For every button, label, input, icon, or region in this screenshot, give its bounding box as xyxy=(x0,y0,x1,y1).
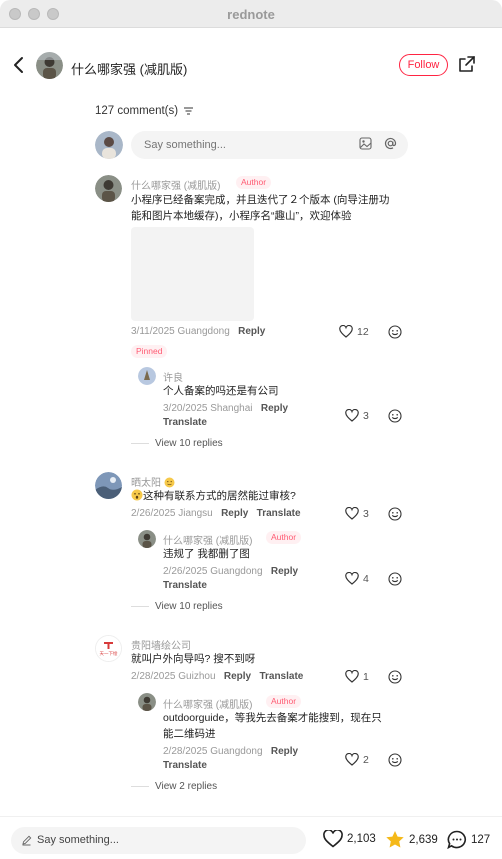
commenter-avatar[interactable] xyxy=(95,175,122,202)
commenter-name[interactable]: 晒太阳 xyxy=(131,474,175,489)
heart-icon xyxy=(323,830,343,848)
note-like-button[interactable]: 2,103 xyxy=(323,830,376,848)
reply-name[interactable]: 什么哪家强 (减肌版) xyxy=(163,696,252,711)
comment-text: 这种有联系方式的居然能过审核? xyxy=(131,488,296,504)
note-header: 什么哪家强 (减肌版) Follow xyxy=(0,28,502,104)
view-replies-button[interactable]: View 10 replies xyxy=(131,438,223,449)
window-title: rednote xyxy=(227,7,275,22)
like-button[interactable]: 2 xyxy=(345,753,369,766)
like-button[interactable]: 1 xyxy=(345,670,369,683)
reply-link[interactable]: Reply xyxy=(238,326,265,337)
reply-avatar[interactable] xyxy=(138,367,156,385)
heart-icon xyxy=(345,670,359,683)
reply-meta: 2/28/2025 Guangdong Reply xyxy=(163,746,299,757)
reply-link[interactable]: Reply xyxy=(221,508,248,519)
like-button[interactable]: 3 xyxy=(345,507,369,520)
window-titlebar: rednote xyxy=(0,0,502,28)
reply-avatar[interactable] xyxy=(138,530,156,548)
reply-link[interactable]: Reply xyxy=(271,566,298,577)
reply-text: 个人备案的吗还是有公司 xyxy=(163,385,279,397)
commenter-avatar[interactable]: 天一下绘 xyxy=(95,635,122,662)
shock-emoji-icon xyxy=(131,489,143,501)
heart-icon xyxy=(345,507,359,520)
pinned-badge: Pinned xyxy=(131,345,168,358)
star-icon xyxy=(386,831,404,848)
image-icon[interactable] xyxy=(359,137,372,150)
heart-icon xyxy=(345,572,359,585)
emoji-icon[interactable] xyxy=(388,753,402,767)
commenter-name[interactable]: 什么哪家强 (减肌版) xyxy=(131,177,220,192)
comment-meta: 2/28/2025 Guizhou Reply Translate xyxy=(131,671,304,682)
author-name[interactable]: 什么哪家强 (减肌版) xyxy=(71,59,187,78)
author-badge: Author xyxy=(266,531,302,544)
mention-icon[interactable] xyxy=(384,137,397,150)
bottom-comment-input[interactable]: Say something... xyxy=(11,827,306,854)
like-button[interactable]: 4 xyxy=(345,572,369,585)
view-replies-button[interactable]: View 10 replies xyxy=(131,601,223,612)
commenter-avatar[interactable] xyxy=(95,472,122,499)
translate-link[interactable]: Translate xyxy=(163,760,207,771)
heart-icon xyxy=(339,325,353,338)
emoji-icon[interactable] xyxy=(388,409,402,423)
translate-link[interactable]: Translate xyxy=(257,508,301,519)
my-avatar xyxy=(95,131,123,159)
heart-icon xyxy=(345,753,359,766)
comment-text: 就叫户外向导吗? 搜不到呀 xyxy=(131,653,256,665)
follow-button[interactable]: Follow xyxy=(399,54,448,76)
sun-emoji-icon xyxy=(164,477,175,488)
note-collect-button[interactable]: 2,639 xyxy=(385,830,438,849)
sort-icon[interactable] xyxy=(184,107,194,115)
comment-meta: 2/26/2025 Jiangsu Reply Translate xyxy=(131,508,301,519)
reply-meta: 2/26/2025 Guangdong Reply xyxy=(163,566,299,577)
emoji-icon[interactable] xyxy=(388,670,402,684)
reply-text: 违规了 我都删了图 xyxy=(163,548,250,560)
reply-link[interactable]: Reply xyxy=(224,671,251,682)
emoji-icon[interactable] xyxy=(388,507,402,521)
comment-text: 小程序已经备案完成，并且迭代了２个版本 (向导注册功 能和图片本地缓存)，小程序… xyxy=(131,194,390,222)
reply-text: outdoorguide，等我先去备案才能搜到，现在只 能二维码进 xyxy=(163,712,382,740)
back-arrow-icon[interactable] xyxy=(8,54,30,76)
reply-avatar[interactable] xyxy=(138,693,156,711)
avatar-logo-text: 天一下绘 xyxy=(100,650,118,657)
reply-name[interactable]: 什么哪家强 (减肌版) xyxy=(163,532,252,547)
translate-link[interactable]: Translate xyxy=(163,580,207,591)
comment-bubble-icon xyxy=(447,830,467,849)
translate-link[interactable]: Translate xyxy=(163,417,207,428)
author-badge: Author xyxy=(236,176,272,189)
comment-meta: 3/11/2025 Guangdong Reply xyxy=(131,326,266,337)
like-button[interactable]: 3 xyxy=(345,409,369,422)
view-replies-button[interactable]: View 2 replies xyxy=(131,781,217,792)
like-button[interactable]: 12 xyxy=(339,325,369,338)
pencil-icon xyxy=(22,835,32,846)
emoji-icon[interactable] xyxy=(388,572,402,586)
bottom-bar: Say something... 2,103 2,639 127 xyxy=(0,816,502,859)
translate-link[interactable]: Translate xyxy=(259,671,303,682)
note-comment-button[interactable]: 127 xyxy=(447,830,490,849)
reply-name[interactable]: 许良 xyxy=(163,369,183,384)
author-badge: Author xyxy=(266,695,302,708)
reply-link[interactable]: Reply xyxy=(271,746,298,757)
share-icon[interactable] xyxy=(458,55,476,73)
commenter-name[interactable]: 贵阳墙绘公司 xyxy=(131,637,191,652)
emoji-icon[interactable] xyxy=(388,325,402,339)
comment-count[interactable]: 127 comment(s) xyxy=(95,105,194,117)
heart-icon xyxy=(345,409,359,422)
comment-image[interactable] xyxy=(131,227,254,321)
author-avatar[interactable] xyxy=(36,52,63,79)
reply-link[interactable]: Reply xyxy=(261,403,288,414)
reply-meta: 3/20/2025 Shanghai Reply xyxy=(163,403,289,414)
